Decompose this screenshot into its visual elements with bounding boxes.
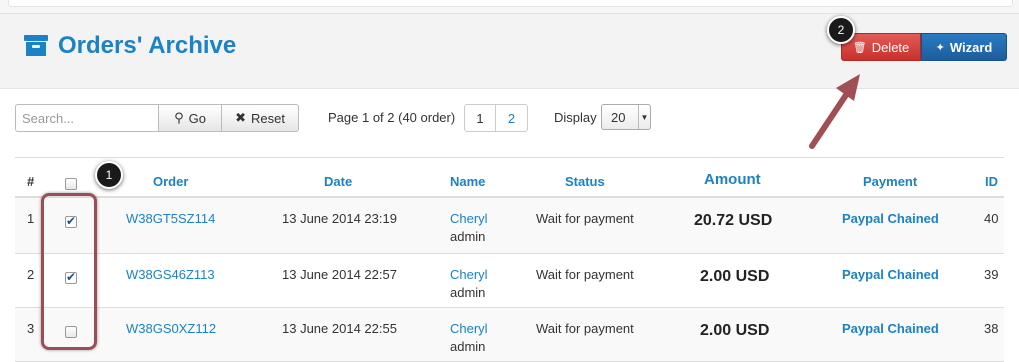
step-marker-1: 1 (95, 161, 123, 189)
step-marker-2: 2 (827, 16, 855, 44)
annotation-arrow-icon (809, 74, 860, 149)
